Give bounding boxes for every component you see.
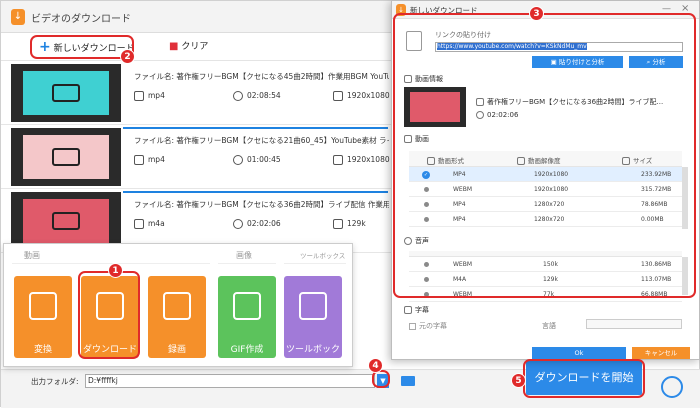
clear-button[interactable]: ■ クリア [169, 37, 208, 57]
file-name: ファイル名: 著作権フリーBGM【クセになる21曲60_45】YouTube素材… [134, 135, 389, 146]
resolution-value: 1920x1080 [347, 155, 390, 164]
file-name-prefix: ファイル名: [134, 72, 175, 81]
resolution-icon [333, 155, 343, 165]
checkbox-box [409, 322, 416, 330]
resolution-info: 1920x1080 [333, 91, 390, 101]
clock-icon [233, 155, 243, 165]
subtitle-icon [404, 306, 412, 314]
callout-frame-download-tile [78, 271, 140, 359]
category-panel: 動画 画像 ツールボックス 変換 ダウンロード 録画 GIF作成 ツールボックス [3, 243, 353, 368]
image-category-header: 画像 [236, 251, 252, 260]
file-name-prefix: ファイル名: [134, 136, 175, 145]
callout-badge-3: 3 [529, 6, 544, 21]
alarm-clock-icon[interactable] [661, 376, 683, 398]
format-info: mp4 [134, 91, 165, 101]
tool-tile[interactable]: GIF作成 [218, 276, 276, 358]
format-value: mp4 [148, 155, 165, 164]
video-thumbnail [11, 128, 121, 186]
image-category-divider [218, 263, 276, 264]
thumbnail-screen [23, 71, 109, 115]
video-thumbnail [11, 64, 121, 122]
callout-frame-start-button [523, 359, 645, 398]
format-value: m4a [148, 219, 165, 228]
tool-tile-label: 録画 [167, 345, 186, 355]
cassette-icon [52, 212, 80, 230]
duration-value: 02:02:06 [247, 219, 281, 228]
tool-tile-label: 変換 [33, 345, 52, 355]
format-info: mp4 [134, 155, 165, 165]
subtitle-section-label: 字幕 [415, 306, 429, 314]
resolution-icon [333, 91, 343, 101]
tool-tile[interactable]: 変換 [14, 276, 72, 358]
resolution-info: 129k [333, 219, 366, 229]
clock-icon [233, 219, 243, 229]
main-window-title: ビデオのダウンロード [31, 14, 131, 25]
tool-tile-label: GIF作成 [230, 345, 264, 355]
file-name-value: 著作権フリーBGM【クセになる36曲2時間】ライブ配信 作業用BGM 勉強用BG… [176, 200, 389, 209]
tool-tile-icon [233, 292, 261, 320]
original-subtitle-checkbox[interactable]: 元の字幕 [409, 321, 447, 331]
file-name-value: 著作権フリーBGM【クセになる45曲2時間】作業用BGM YouTube素材 [176, 72, 389, 81]
download-row[interactable]: ファイル名: 著作権フリーBGM【クセになる21曲60_45】YouTube素材… [1, 125, 396, 189]
duration-value: 02:08:54 [247, 91, 281, 100]
format-value: mp4 [148, 91, 165, 100]
duration-info: 02:08:54 [233, 91, 281, 101]
video-thumbnail [11, 192, 121, 250]
download-row[interactable]: ファイル名: 著作権フリーBGM【クセになる45曲2時間】作業用BGM YouT… [1, 61, 396, 125]
thumbnail-screen [23, 199, 109, 243]
file-name-value: 著作権フリーBGM【クセになる21曲60_45】YouTube素材 ライブ配信 … [176, 136, 389, 145]
cassette-icon [52, 148, 80, 166]
original-subtitle-label: 元の字幕 [419, 322, 447, 330]
file-name-prefix: ファイル名: [134, 200, 175, 209]
clear-label: クリア [181, 42, 209, 52]
file-name: ファイル名: 著作権フリーBGM【クセになる45曲2時間】作業用BGM YouT… [134, 71, 389, 82]
resolution-value: 129k [347, 219, 366, 228]
callout-badge-2: 2 [120, 49, 135, 64]
tool-tile-icon [299, 292, 327, 320]
callout-frame-dialog [393, 13, 696, 298]
resolution-icon [333, 219, 343, 229]
subtitle-section: 字幕 [404, 305, 429, 315]
file-name: ファイル名: 著作権フリーBGM【クセになる36曲2時間】ライブ配信 作業用BG… [134, 199, 389, 210]
app-icon: ↓ [11, 9, 25, 25]
resolution-info: 1920x1080 [333, 155, 390, 165]
format-icon [134, 91, 144, 101]
open-folder-icon[interactable] [401, 376, 415, 386]
format-icon [134, 155, 144, 165]
format-info: m4a [134, 219, 165, 229]
toolbox-category-divider [284, 263, 346, 264]
callout-badge-4: 4 [368, 358, 383, 373]
resolution-value: 1920x1080 [347, 91, 390, 100]
tool-tile-label: ツールボックス [285, 345, 340, 368]
duration-info: 02:02:06 [233, 219, 281, 229]
callout-badge-1: 1 [108, 263, 123, 278]
thumbnail-screen [23, 135, 109, 179]
tool-tile-icon [163, 292, 191, 320]
ok-button[interactable]: Ok [532, 347, 626, 359]
video-category-header: 動画 [24, 251, 40, 260]
clock-icon [233, 91, 243, 101]
language-label: 言語 [542, 322, 556, 330]
output-folder-label: 出力フォルダ: [31, 377, 79, 386]
format-icon [134, 219, 144, 229]
cancel-button[interactable]: キャンセル [632, 347, 690, 359]
tool-tile[interactable]: ツールボックス [284, 276, 342, 368]
callout-badge-5: 5 [511, 373, 526, 388]
language-select[interactable] [586, 319, 682, 329]
toolbox-category-header: ツールボックス [300, 252, 346, 260]
progress-bar [123, 127, 388, 129]
progress-bar [123, 191, 388, 193]
duration-info: 01:00:45 [233, 155, 281, 165]
trash-icon: ■ [169, 41, 179, 52]
callout-frame-new-download [30, 35, 134, 59]
duration-value: 01:00:45 [247, 155, 281, 164]
tool-tile[interactable]: 録画 [148, 276, 206, 358]
output-folder-input[interactable]: D:¥ffffkj [85, 374, 375, 388]
cassette-icon [52, 84, 80, 102]
tool-tile-icon [29, 292, 57, 320]
